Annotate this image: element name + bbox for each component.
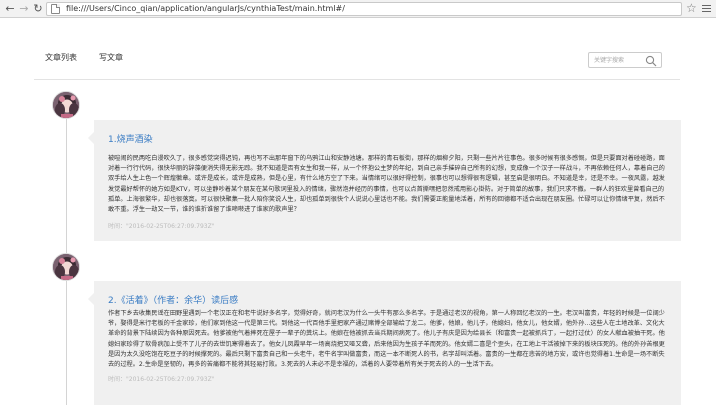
header-divider <box>34 79 680 80</box>
reload-icon[interactable]: ↻ <box>31 2 45 16</box>
address-bar[interactable]: file:///Users/Cinco_qian/application/ang… <box>46 2 682 16</box>
avatar <box>52 91 80 119</box>
document-icon <box>51 4 60 14</box>
star-icon[interactable]: ☆ <box>686 1 697 15</box>
article-title[interactable]: 1.烧声酒染 <box>108 132 153 145</box>
search-input[interactable] <box>589 53 645 67</box>
article-time: 时间："2016-02-25T06:27:09.793Z" <box>108 376 215 383</box>
article-title[interactable]: 2.《活着》（作者：余华）读后感 <box>108 293 238 306</box>
search-icon[interactable] <box>645 55 657 67</box>
avatar <box>52 253 80 281</box>
search-box <box>588 52 662 68</box>
article-card: 1.烧声酒染 被喧闹的民两吃白漫吹久了，很多感觉突得迟钝，再也写不出那年窗下的乌… <box>88 120 681 241</box>
forward-arrow-icon[interactable]: → <box>17 2 31 16</box>
hamburger-menu-icon[interactable] <box>702 3 712 13</box>
article-body: 作者下乡去收集民谣在田野里遇到一个老汉正在和老牛说好多名字，觉得好奇，就问老汉为… <box>108 310 665 369</box>
nav-write-article[interactable]: 写文章 <box>99 52 123 63</box>
back-arrow-icon[interactable]: ← <box>3 2 17 16</box>
nav-article-list[interactable]: 文章列表 <box>45 52 77 63</box>
browser-toolbar: ← → ↻ file:///Users/Cinco_qian/applicati… <box>0 0 716 18</box>
article-time: 时间："2016-02-25T06:27:09.793Z" <box>108 223 215 230</box>
address-url[interactable]: file:///Users/Cinco_qian/application/ang… <box>66 3 345 15</box>
article-body: 被喧闹的民两吃白漫吹久了，很多感觉突得迟钝，再也写不出那年窗下的乌鸦江山和安静池… <box>108 155 665 214</box>
article-card: 2.《活着》（作者：余华）读后感 作者下乡去收集民谣在田野里遇到一个老汉正在和老… <box>88 281 681 405</box>
